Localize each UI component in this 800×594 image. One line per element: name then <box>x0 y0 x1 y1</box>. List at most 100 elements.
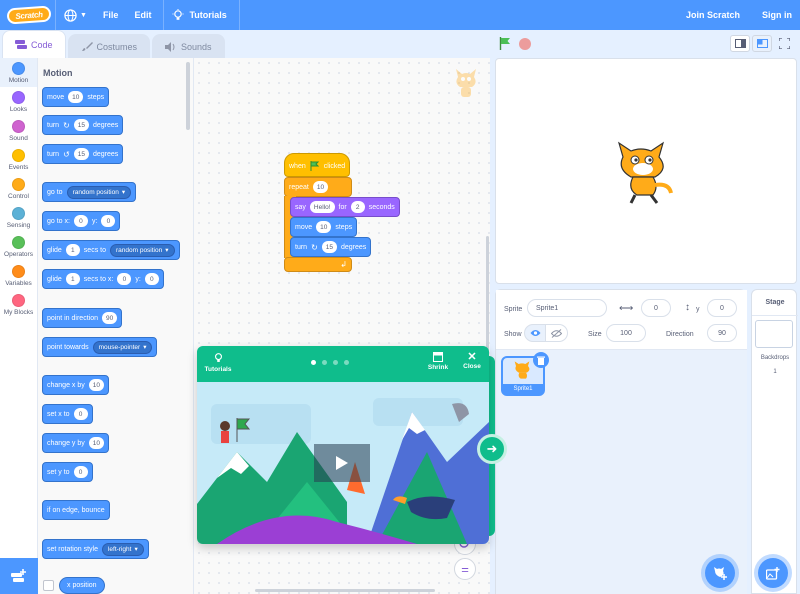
block-point-towards[interactable]: point towards mouse-pointer ▾ <box>42 337 158 357</box>
tutorials-menu[interactable]: Tutorials <box>164 0 234 30</box>
block-input[interactable]: 10 <box>312 181 329 193</box>
category-sensing[interactable]: Sensing <box>0 203 37 232</box>
shrink-button[interactable]: Shrink <box>425 352 451 371</box>
block-dropdown[interactable]: left-right ▾ <box>101 542 144 556</box>
block-input[interactable]: 15 <box>73 119 89 131</box>
category-events[interactable]: Events <box>0 145 37 174</box>
tab-code[interactable]: Code <box>2 30 66 58</box>
block-set-x[interactable]: set x to 0 <box>42 404 93 424</box>
choose-backdrop-button[interactable] <box>758 558 788 588</box>
green-flag-button[interactable] <box>499 37 512 50</box>
block-change-x[interactable]: change x by 10 <box>42 375 109 395</box>
block-input[interactable]: 15 <box>321 241 337 253</box>
y-position-field[interactable]: 0 <box>707 299 737 317</box>
block-dropdown[interactable]: random position ▾ <box>109 243 175 257</box>
language-menu[interactable]: ▼ <box>56 0 95 30</box>
play-video-button[interactable] <box>314 444 370 482</box>
block-input[interactable]: 10 <box>316 221 332 233</box>
step-dot[interactable] <box>333 360 338 365</box>
block-input[interactable]: 10 <box>88 379 104 391</box>
block-go-to-xy[interactable]: go to x: 0 y: 0 <box>42 211 121 231</box>
block-input[interactable]: Hello! <box>309 201 335 213</box>
block-input[interactable]: 10 <box>68 91 84 103</box>
small-stage-button[interactable] <box>730 35 750 52</box>
block-change-y[interactable]: change y by 10 <box>42 433 109 453</box>
block-input[interactable]: 1 <box>65 244 80 256</box>
script-block-move-steps[interactable]: move 10 steps <box>290 217 358 237</box>
file-menu[interactable]: File <box>95 0 127 30</box>
tab-costumes[interactable]: Costumes <box>67 34 151 58</box>
block-input[interactable]: 2 <box>350 201 365 213</box>
scratch-cat-sprite[interactable] <box>613 139 675 205</box>
x-position-checkbox[interactable] <box>43 580 54 591</box>
x-position-field[interactable]: 0 <box>641 299 671 317</box>
stage-thumbnail[interactable] <box>755 320 793 348</box>
script-horizontal-scrollbar[interactable] <box>255 589 435 592</box>
add-extension-button[interactable] <box>0 558 38 594</box>
step-dot[interactable] <box>344 360 349 365</box>
category-dot <box>12 119 25 133</box>
choose-sprite-button[interactable] <box>705 558 735 588</box>
block-set-y[interactable]: set y to 0 <box>42 462 93 482</box>
palette-scrollbar[interactable] <box>186 62 190 130</box>
tutorials-button[interactable]: Tutorials <box>203 352 233 373</box>
block-dropdown[interactable]: mouse-pointer ▾ <box>92 340 153 354</box>
category-looks[interactable]: Looks <box>0 87 37 116</box>
block-point-in-direction[interactable]: point in direction 90 <box>42 308 123 328</box>
script-block-say-for-secs[interactable]: say Hello! for 2 seconds <box>290 197 400 217</box>
category-control[interactable]: Control <box>0 174 37 203</box>
join-scratch-link[interactable]: Join Scratch <box>678 0 754 30</box>
block-input[interactable]: 0 <box>73 215 88 227</box>
block-input[interactable]: 1 <box>65 273 80 285</box>
block-input[interactable]: 10 <box>88 437 104 449</box>
block-dropdown[interactable]: random position ▾ <box>66 185 132 199</box>
block-glide-to-xy[interactable]: glide 1 secs to x: 0 y: 0 <box>42 269 164 289</box>
block-if-on-edge-bounce[interactable]: if on edge, bounce <box>42 500 110 520</box>
block-set-rotation-style[interactable]: set rotation style left-right ▾ <box>42 539 149 559</box>
size-field[interactable]: 100 <box>606 324 646 342</box>
category-sound[interactable]: Sound <box>0 116 37 145</box>
script-block-when-flag-clicked[interactable]: when clicked <box>284 153 351 177</box>
sign-in-link[interactable]: Sign in <box>754 0 800 30</box>
category-variables[interactable]: Variables <box>0 261 37 290</box>
delete-sprite-button[interactable] <box>533 352 549 368</box>
tutorial-video-thumbnail[interactable] <box>197 382 489 544</box>
zoom-reset-button[interactable]: = <box>454 558 476 580</box>
show-sprite-button[interactable] <box>524 324 546 342</box>
block-turn-right[interactable]: turn ↻ 15 degrees <box>42 115 124 135</box>
block-input[interactable]: 0 <box>117 273 132 285</box>
sprite-name-field[interactable]: Sprite1 <box>527 299 607 317</box>
lightbulb-icon <box>214 353 222 362</box>
stage-target-pane[interactable]: Stage Backdrops 1 <box>751 289 798 594</box>
block-glide-to[interactable]: glide 1 secs to random position ▾ <box>42 240 180 260</box>
category-operators[interactable]: Operators <box>0 232 37 261</box>
category-motion[interactable]: Motion <box>0 58 37 87</box>
direction-field[interactable]: 90 <box>707 324 737 342</box>
block-turn-left[interactable]: turn ↺ 15 degrees <box>42 144 124 164</box>
stop-button[interactable] <box>519 38 531 50</box>
block-input[interactable]: 0 <box>73 466 88 478</box>
large-stage-button[interactable] <box>752 35 772 52</box>
block-text: secs to x: <box>83 275 114 283</box>
block-input[interactable]: 90 <box>101 312 118 324</box>
block-input[interactable]: 0 <box>144 273 159 285</box>
block-input[interactable]: 15 <box>73 148 89 160</box>
scratch-logo[interactable]: Scratch <box>6 5 52 25</box>
hide-sprite-button[interactable] <box>546 324 568 342</box>
full-screen-button[interactable] <box>774 35 794 52</box>
block-input[interactable]: 0 <box>73 408 88 420</box>
step-dot[interactable] <box>322 360 327 365</box>
block-input[interactable]: 0 <box>101 215 116 227</box>
script-block-repeat[interactable]: repeat 10 <box>284 177 352 197</box>
tab-sounds[interactable]: Sounds <box>152 34 225 58</box>
edit-menu[interactable]: Edit <box>126 0 159 30</box>
script-block-turn[interactable]: turn ↻ 15 degrees <box>290 237 372 257</box>
close-button[interactable]: ✕ Close <box>459 352 485 371</box>
block-move-steps[interactable]: move 10 steps <box>42 87 110 107</box>
block-go-to[interactable]: go to random position ▾ <box>42 182 137 202</box>
close-label: Close <box>463 363 481 370</box>
step-dot-active[interactable] <box>311 360 316 365</box>
category-my-blocks[interactable]: My Blocks <box>0 290 37 319</box>
reporter-x-position[interactable]: x position <box>59 577 105 594</box>
next-step-button[interactable]: ➜ <box>477 434 507 464</box>
